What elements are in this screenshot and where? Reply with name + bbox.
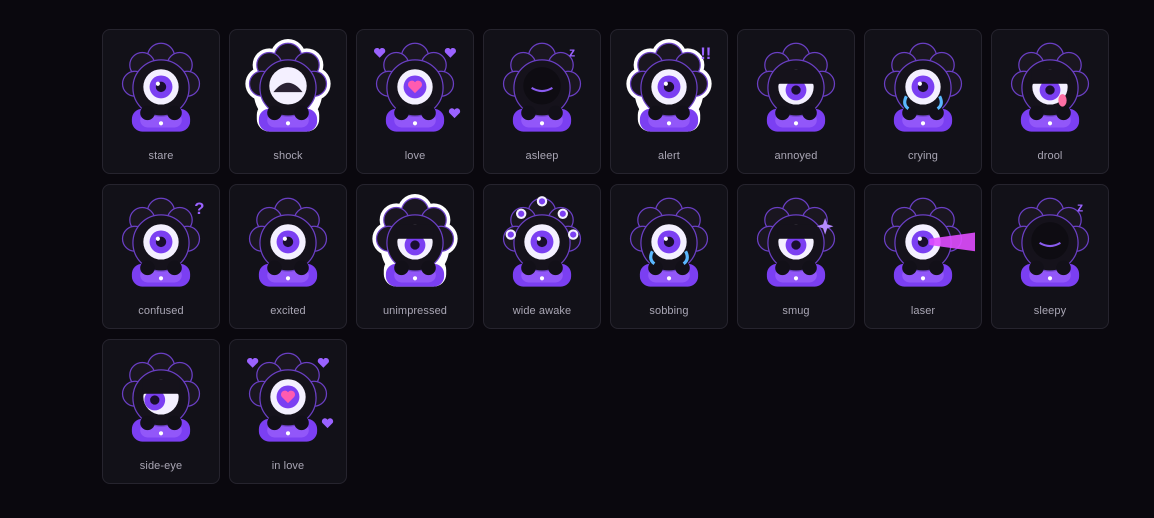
sticker-card[interactable]: drool	[991, 29, 1109, 174]
sticker-label: alert	[658, 150, 680, 162]
sticker-card[interactable]: wide awake	[483, 184, 601, 329]
sticker-label: excited	[270, 305, 306, 317]
sticker-grid: stare shock love z asleep!! alert annoyed cryin…	[102, 29, 1112, 484]
in-love-sticker-icon	[247, 352, 334, 442]
sticker-label: sleepy	[1033, 305, 1067, 317]
shock-sticker-icon	[245, 39, 331, 132]
svg-text:!!: !!	[700, 44, 711, 63]
asleep-sticker-icon: z	[502, 42, 582, 132]
sticker-card[interactable]: shock	[229, 29, 347, 174]
sticker-card[interactable]: unimpressed	[356, 184, 474, 329]
sticker-label: shock	[273, 150, 303, 162]
sticker-card[interactable]: laser	[864, 184, 982, 329]
sticker-label: wide awake	[512, 305, 572, 317]
sticker-label: smug	[782, 305, 810, 317]
sticker-label: annoyed	[774, 150, 818, 162]
wide-awake-sticker-icon	[502, 196, 582, 287]
alert-sticker-icon: !!	[626, 39, 712, 132]
drool-sticker-icon	[1010, 42, 1090, 132]
stare-sticker-icon	[121, 42, 201, 132]
sticker-card[interactable]: excited	[229, 184, 347, 329]
sticker-label: confused	[138, 305, 184, 317]
sticker-card[interactable]: z asleep	[483, 29, 601, 174]
sobbing-sticker-icon	[629, 197, 709, 287]
sticker-card[interactable]: annoyed	[737, 29, 855, 174]
sticker-label: drool	[1037, 150, 1063, 162]
sticker-label: unimpressed	[382, 305, 448, 317]
sticker-card[interactable]: crying	[864, 29, 982, 174]
sticker-card[interactable]: stare	[102, 29, 220, 174]
excited-sticker-icon	[248, 197, 328, 287]
sticker-card[interactable]: ? confused	[102, 184, 220, 329]
sticker-card[interactable]: z sleepy	[991, 184, 1109, 329]
sticker-label: stare	[148, 150, 174, 162]
svg-text:?: ?	[194, 199, 204, 218]
unimpressed-sticker-icon	[372, 194, 458, 287]
sticker-label: crying	[908, 150, 938, 162]
sticker-card[interactable]: love	[356, 29, 474, 174]
smug-sticker-icon	[756, 197, 836, 287]
sticker-label: laser	[910, 305, 936, 317]
side-eye-sticker-icon	[121, 352, 201, 442]
svg-text:z: z	[569, 46, 575, 60]
sticker-label: sobbing	[649, 305, 689, 317]
sticker-card[interactable]: !! alert	[610, 29, 728, 174]
laser-sticker-icon	[883, 197, 975, 287]
sleepy-sticker-icon: z	[1010, 197, 1090, 287]
love-sticker-icon	[374, 42, 461, 132]
sticker-card[interactable]: in love	[229, 339, 347, 484]
sticker-card[interactable]: smug	[737, 184, 855, 329]
sticker-label: asleep	[525, 150, 559, 162]
sticker-label: love	[404, 150, 426, 162]
confused-sticker-icon: ?	[121, 197, 204, 287]
sticker-label: in love	[271, 460, 305, 472]
sticker-label: side-eye	[139, 460, 183, 472]
sticker-card[interactable]: side-eye	[102, 339, 220, 484]
svg-text:z: z	[1077, 201, 1083, 215]
annoyed-sticker-icon	[756, 42, 836, 132]
crying-sticker-icon	[883, 42, 963, 132]
sticker-card[interactable]: sobbing	[610, 184, 728, 329]
